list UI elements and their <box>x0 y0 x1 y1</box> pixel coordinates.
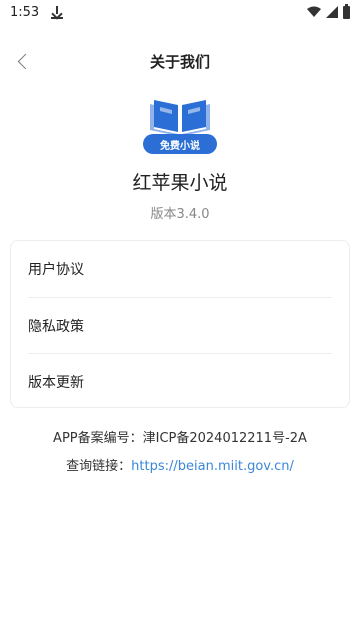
app-name: 红苹果小说 <box>132 172 228 194</box>
menu-item-label: 用户协议 <box>28 262 84 278</box>
query-link[interactable]: https://beian.miit.gov.cn/ <box>131 459 294 474</box>
nav-bar: 关于我们 <box>0 44 360 78</box>
download-icon <box>51 5 64 19</box>
menu-item-label: 版本更新 <box>28 374 84 391</box>
query-label: 查询链接： <box>66 459 132 474</box>
app-version: 版本3.4.0 <box>150 207 210 222</box>
menu-item-user-agreement[interactable]: 用户协议 <box>28 241 332 297</box>
icp-record: APP备案编号：津ICP备2024012211号-2A <box>53 431 307 446</box>
chevron-left-icon <box>17 53 33 69</box>
menu-item-privacy-policy[interactable]: 隐私政策 <box>28 297 332 353</box>
book-icon <box>150 100 210 136</box>
page-title: 关于我们 <box>149 52 210 71</box>
menu-item-version-update[interactable]: 版本更新 <box>28 353 332 409</box>
menu-item-label: 隐私政策 <box>28 318 84 335</box>
battery-icon <box>343 3 350 19</box>
app-logo: 免费小说 <box>141 94 219 158</box>
status-bar: 1:53 <box>0 0 360 24</box>
status-time: 1:53 <box>10 4 40 20</box>
menu-card: 用户协议 隐私政策 版本更新 <box>10 240 350 408</box>
logo-wrap: 免费小说 <box>0 94 360 158</box>
logo-badge: 免费小说 <box>143 134 217 154</box>
signal-icon <box>326 6 338 18</box>
wifi-icon <box>307 6 321 17</box>
back-button[interactable] <box>10 49 34 73</box>
query-line: 查询链接：https://beian.miit.gov.cn/ <box>0 455 360 474</box>
status-icons <box>307 3 350 19</box>
